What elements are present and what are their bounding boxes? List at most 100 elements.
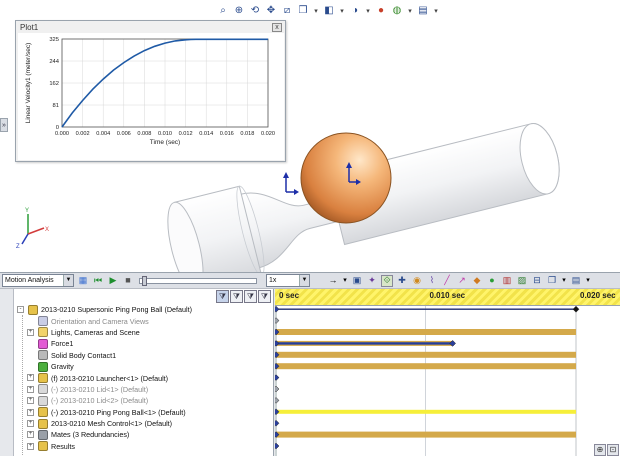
display-style-icon[interactable]: ◧ [322,4,336,18]
key-point[interactable] [275,397,280,404]
graphics-area[interactable]: Y X Z ⌕ ⊕ ⟲ ✥ ⧄ ❒ ▾ ◧ ▾ ◑ ▾ ● ◍ ▾ ▤ ▾ » … [0,0,620,272]
expand-icon[interactable]: + [27,328,34,336]
close-icon[interactable]: x [272,23,282,32]
timeline-pane[interactable]: 0 sec 0.010 sec 0.020 sec ⊕ ⊡ [275,289,620,456]
tree-item[interactable]: Orientation and Camera Views [14,315,273,327]
motion-feature-tree[interactable]: ⧩ ⧩ ⧩ ⧩ - 2013-0210 Supersonic Ping Pong … [14,289,274,456]
ping-pong-ball[interactable] [300,132,392,224]
view-settings-icon[interactable]: ▤ [416,4,430,18]
tree-item[interactable]: Gravity [14,361,273,372]
timeline-bar[interactable] [276,363,576,370]
display-options-icon[interactable]: ▤ [570,275,582,287]
key-point[interactable] [275,408,280,416]
save-animation-icon[interactable]: ▣ [351,275,363,287]
playback-speed-select[interactable]: 1x ▼ [266,274,310,287]
timeline-bar[interactable] [276,351,576,358]
tree-item[interactable]: + Results [14,441,273,452]
expand-icon[interactable]: + [27,419,34,427]
tree-item[interactable]: +2013-0210 Mesh Control<1> (Default) [14,418,273,429]
play-from-start-icon[interactable]: ⏮ [92,275,104,287]
tree-item[interactable]: - 2013-0210 Supersonic Ping Pong Ball (De… [14,304,273,315]
pan-icon[interactable]: ✥ [264,4,278,18]
playback-slider[interactable] [139,275,257,286]
expand-icon[interactable]: + [27,397,34,405]
svg-text:Y: Y [25,208,29,214]
timeline-ruler[interactable]: 0 sec 0.010 sec 0.020 sec [275,289,620,306]
previous-view-icon[interactable]: ⟲ [248,4,262,18]
expand-icon[interactable]: + [27,385,34,393]
chevron-down-icon[interactable]: ▾ [342,275,348,287]
timeline-bar[interactable] [276,409,576,414]
tree-item[interactable]: + Lights, Cameras and Scene [14,327,273,338]
key-point[interactable] [275,317,280,324]
apply-scene-icon[interactable]: ◍ [390,4,404,18]
tree-item[interactable]: Solid Body Contact1 [14,350,273,361]
tree-item[interactable]: + (-) 2013-0210 Lid<2> (Default) [14,395,273,406]
key-point[interactable] [275,306,280,313]
chevron-down-icon[interactable]: ▾ [432,4,440,18]
chevron-down-icon[interactable]: ▾ [312,4,320,18]
zoom-to-fit-icon[interactable]: ⌕ [216,4,230,18]
add-key-icon[interactable]: ✚ [396,275,408,287]
section-view-icon[interactable]: ⧄ [280,4,294,18]
tree-item[interactable]: Force1 [14,338,273,349]
damper-icon[interactable]: ╱ [441,275,453,287]
slider-thumb[interactable] [142,275,147,286]
chevron-down-icon[interactable]: ▾ [338,4,346,18]
timeline-bar[interactable] [276,329,576,335]
chevron-down-icon[interactable]: ▾ [406,4,414,18]
chevron-down-icon[interactable]: ▼ [299,275,309,286]
key-point[interactable] [275,442,280,450]
view-options-icon[interactable]: ❐ [546,275,558,287]
panel-expand-handle[interactable]: » [0,118,8,132]
gravity-icon[interactable]: ● [486,275,498,287]
zoom-to-area-icon[interactable]: ⊕ [232,4,246,18]
chevron-down-icon[interactable]: ▼ [63,275,73,286]
autokey-icon[interactable]: ⟐ [381,274,393,287]
expand-icon[interactable]: + [27,431,34,439]
contact-icon[interactable]: ◆ [471,275,483,287]
view-orientation-icon[interactable]: ❒ [296,4,310,18]
play-icon[interactable]: ▶ [107,275,119,287]
filter-results-icon[interactable]: ⧩ [258,290,271,303]
key-point[interactable] [275,419,280,427]
collapse-icon[interactable]: - [17,306,24,313]
results-and-plots-icon[interactable]: ▥ [501,275,513,287]
force-icon[interactable]: ↗ [456,275,468,287]
hide-show-items-icon[interactable]: ◑ [348,4,362,18]
expand-icon[interactable]: + [27,442,34,450]
key-point[interactable] [275,374,280,381]
edit-appearance-icon[interactable]: ● [374,4,388,18]
expand-icon[interactable]: + [27,408,34,416]
gravity-icon [38,361,48,372]
animation-wizard-icon[interactable]: ✦ [366,275,378,287]
tree-item[interactable]: + (f) 2013-0210 Launcher<1> (Default) [14,372,273,384]
timeline-bar[interactable] [276,431,576,438]
calculate-icon[interactable]: ▦ [77,275,89,287]
zoom-in-icon[interactable]: ⊕ [594,444,606,456]
timeline-body[interactable] [275,306,620,456]
stop-icon[interactable]: ■ [122,275,134,287]
filter-animated-icon[interactable]: ⧩ [216,290,229,303]
y-tick-label: 244 [49,59,59,65]
motor-icon[interactable]: ◉ [411,275,423,287]
spring-icon[interactable]: ⌇ [426,275,438,287]
playback-mode-icon[interactable]: → [327,275,339,287]
key-point[interactable] [572,306,580,313]
study-type-select[interactable]: Motion Analysis ▼ [2,274,74,287]
tree-item[interactable]: + (-) 2013-0210 Ping Pong Ball<1> (Defaul… [14,407,273,418]
key-point[interactable] [275,385,280,393]
zoom-fit-icon[interactable]: ⊡ [607,444,619,456]
expand-icon[interactable]: + [27,374,34,382]
plot-window[interactable]: Plot1 x 0.000 0.002 0.004 0.006 0.008 0.010 0.… [15,20,286,162]
collapse-icon[interactable]: ⊟ [531,275,543,287]
tree-item[interactable]: + (-) 2013-0210 Lid<1> (Default) [14,384,273,395]
chevron-down-icon[interactable]: ▾ [585,275,591,287]
tree-item[interactable]: + Mates (3 Redundancies) [14,429,273,440]
x-tick-label: 0.000 [55,131,69,137]
filter-selected-icon[interactable]: ⧩ [244,290,257,303]
filter-driving-icon[interactable]: ⧩ [230,290,243,303]
chevron-down-icon[interactable]: ▾ [561,275,567,287]
chevron-down-icon[interactable]: ▾ [364,4,372,18]
motion-study-properties-icon[interactable]: ▨ [516,275,528,287]
